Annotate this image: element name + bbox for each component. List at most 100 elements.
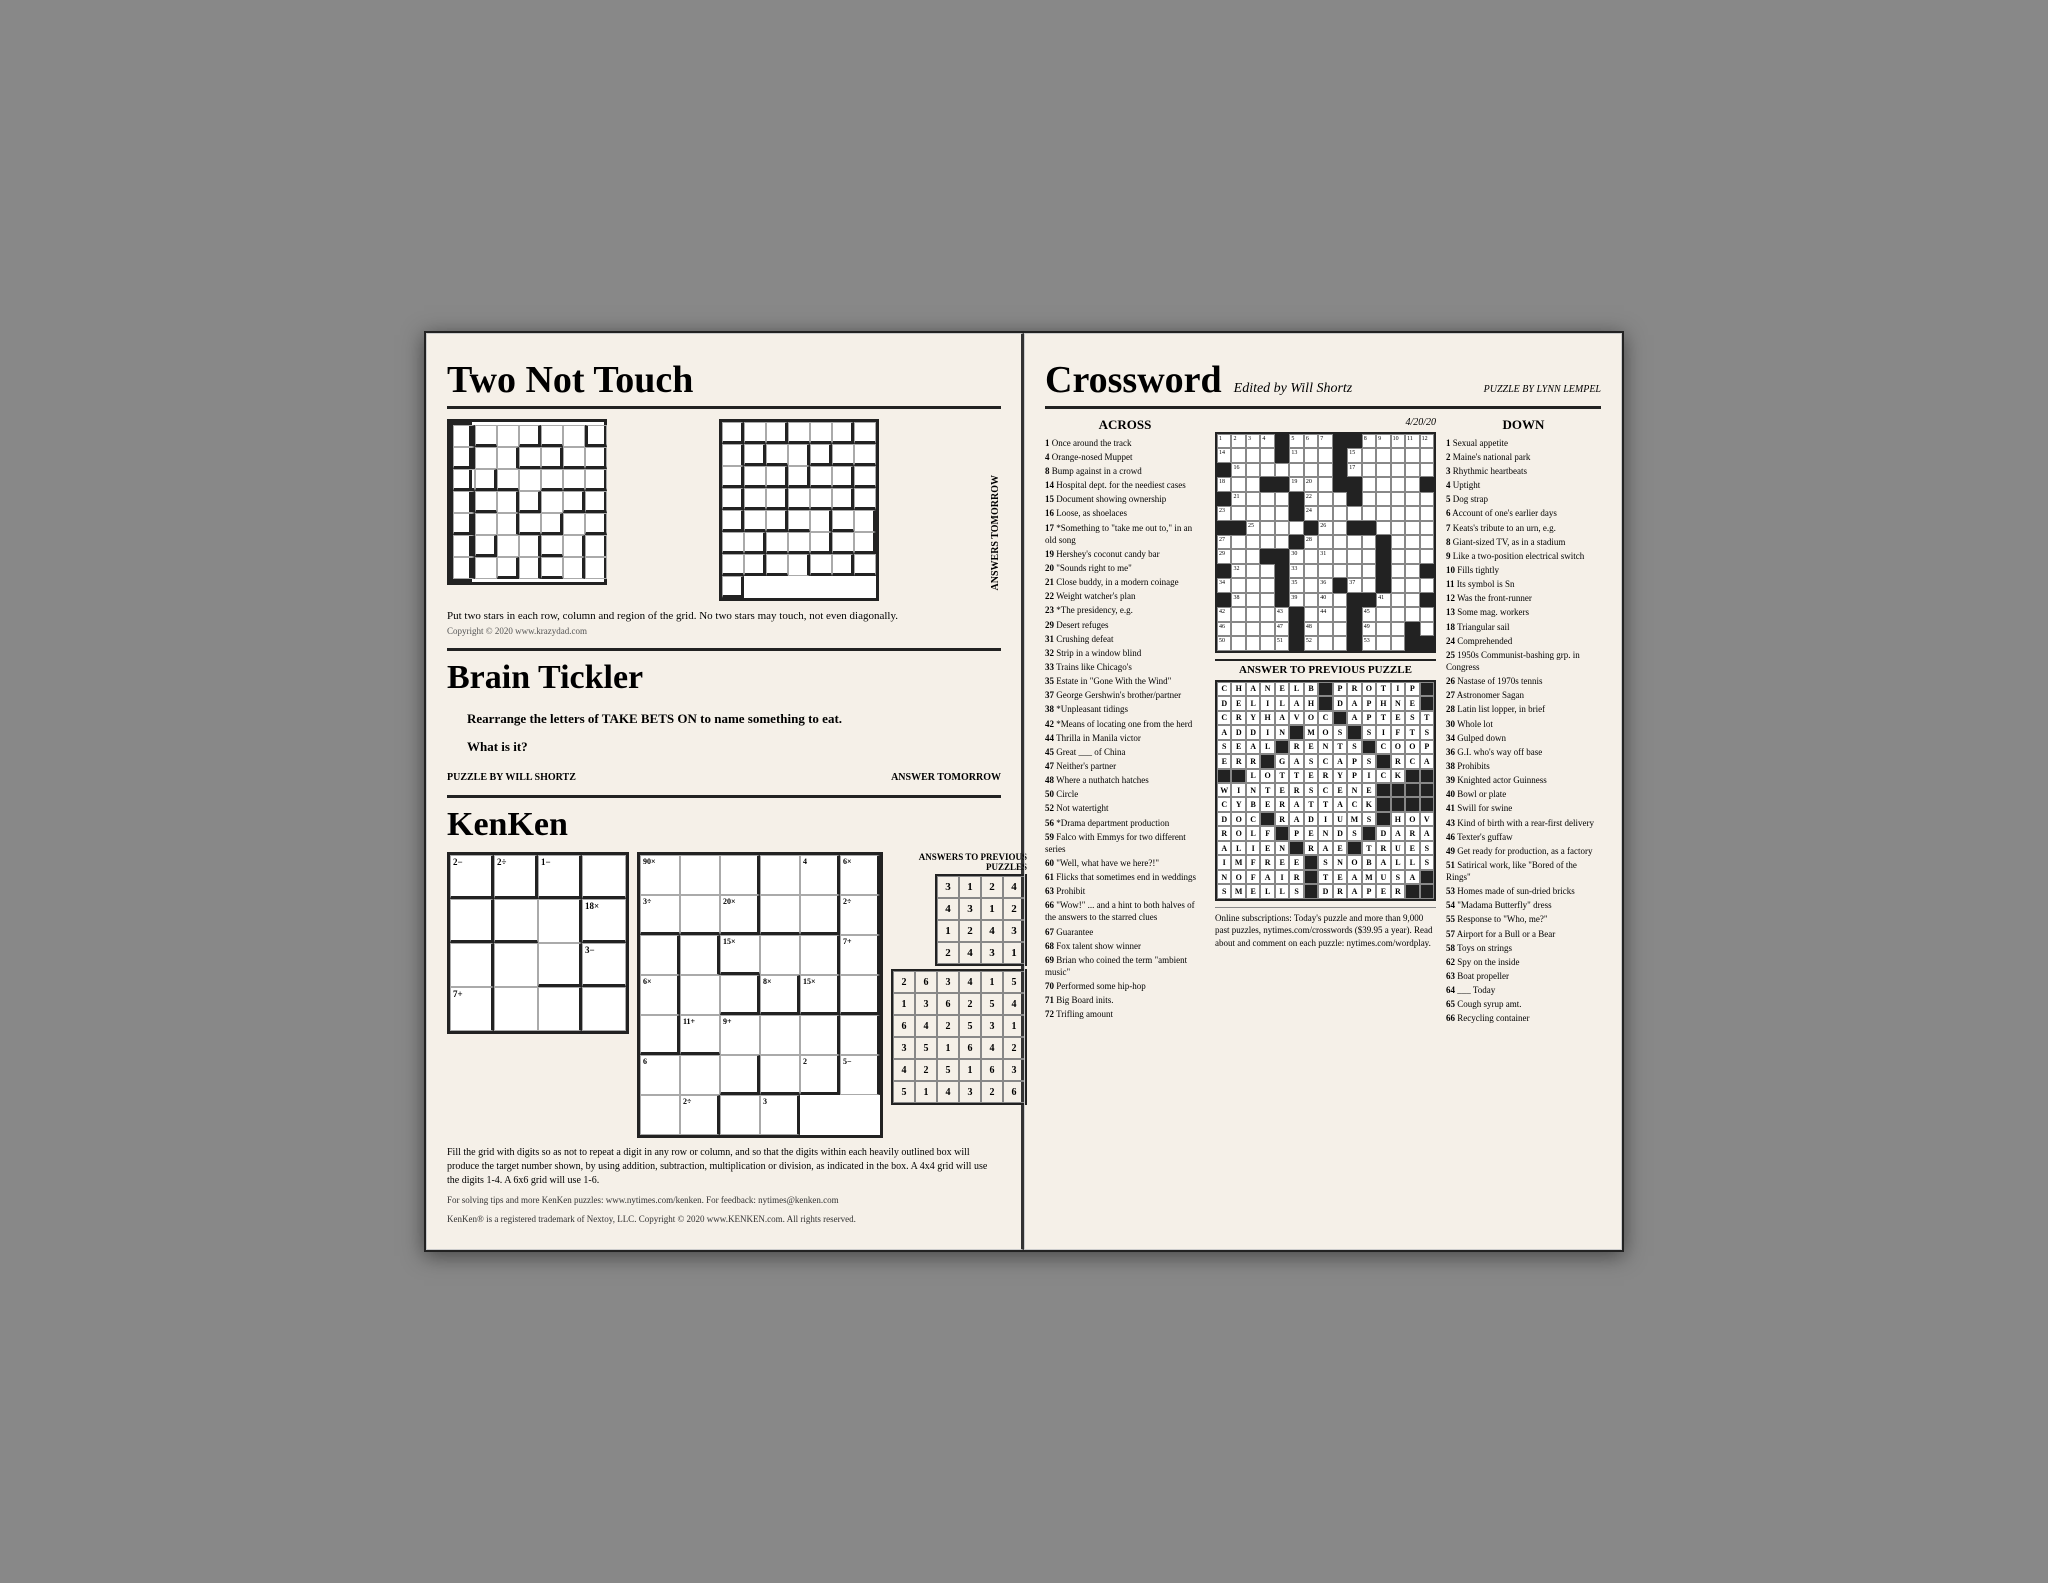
cell-11-5[interactable]: 39 [1289, 593, 1303, 607]
cell-5-3[interactable] [1260, 506, 1274, 520]
cell-8-11[interactable] [1376, 549, 1390, 563]
cell-8-6[interactable] [1304, 549, 1318, 563]
cell-11-2[interactable] [1246, 593, 1260, 607]
cell-11-3[interactable] [1260, 593, 1274, 607]
cell-9-12[interactable] [1391, 564, 1405, 578]
cell-2-9[interactable]: 17 [1347, 463, 1361, 477]
cell-4-5[interactable] [1289, 492, 1303, 506]
cell-13-8[interactable] [1333, 622, 1347, 636]
cell-0-6[interactable]: 6 [1304, 434, 1318, 448]
cell-4-0[interactable] [1217, 492, 1231, 506]
cell-7-0[interactable]: 27 [1217, 535, 1231, 549]
cell-14-14[interactable] [1420, 636, 1434, 650]
cell-0-11[interactable]: 9 [1376, 434, 1390, 448]
cell-14-5[interactable] [1289, 636, 1303, 650]
cell-5-0[interactable]: 23 [1217, 506, 1231, 520]
cell-7-2[interactable] [1246, 535, 1260, 549]
cell-2-4[interactable] [1275, 463, 1289, 477]
cell-6-0[interactable] [1217, 521, 1231, 535]
cell-14-9[interactable] [1347, 636, 1361, 650]
cell-6-4[interactable] [1275, 521, 1289, 535]
cell-4-14[interactable] [1420, 492, 1434, 506]
cell-12-5[interactable] [1289, 607, 1303, 621]
cell-3-0[interactable]: 18 [1217, 477, 1231, 491]
cell-9-8[interactable] [1333, 564, 1347, 578]
cell-13-7[interactable] [1318, 622, 1332, 636]
cell-5-11[interactable] [1376, 506, 1390, 520]
cell-4-7[interactable] [1318, 492, 1332, 506]
cell-7-14[interactable] [1420, 535, 1434, 549]
cell-14-10[interactable]: 53 [1362, 636, 1376, 650]
cell-11-13[interactable] [1405, 593, 1419, 607]
cell-1-8[interactable] [1333, 448, 1347, 462]
cell-7-1[interactable] [1231, 535, 1245, 549]
cell-4-12[interactable] [1391, 492, 1405, 506]
cell-9-0[interactable] [1217, 564, 1231, 578]
cell-3-1[interactable] [1231, 477, 1245, 491]
cell-13-0[interactable]: 46 [1217, 622, 1231, 636]
cell-0-8[interactable] [1333, 434, 1347, 448]
cell-1-11[interactable] [1376, 448, 1390, 462]
cell-8-4[interactable] [1275, 549, 1289, 563]
cell-13-1[interactable] [1231, 622, 1245, 636]
cell-5-14[interactable] [1420, 506, 1434, 520]
cell-3-9[interactable] [1347, 477, 1361, 491]
cell-6-7[interactable]: 26 [1318, 521, 1332, 535]
cell-10-10[interactable] [1362, 578, 1376, 592]
cell-7-10[interactable] [1362, 535, 1376, 549]
cell-10-11[interactable] [1376, 578, 1390, 592]
cell-6-1[interactable] [1231, 521, 1245, 535]
cell-7-13[interactable] [1405, 535, 1419, 549]
cell-2-8[interactable] [1333, 463, 1347, 477]
cell-0-1[interactable]: 2 [1231, 434, 1245, 448]
cell-9-9[interactable] [1347, 564, 1361, 578]
cell-13-6[interactable]: 48 [1304, 622, 1318, 636]
cell-9-4[interactable] [1275, 564, 1289, 578]
cell-12-1[interactable] [1231, 607, 1245, 621]
cell-14-4[interactable]: 51 [1275, 636, 1289, 650]
cell-1-6[interactable] [1304, 448, 1318, 462]
cell-3-6[interactable]: 20 [1304, 477, 1318, 491]
cell-2-6[interactable] [1304, 463, 1318, 477]
cell-11-9[interactable] [1347, 593, 1361, 607]
cell-9-14[interactable] [1420, 564, 1434, 578]
cell-8-10[interactable] [1362, 549, 1376, 563]
cell-3-10[interactable] [1362, 477, 1376, 491]
cell-10-3[interactable] [1260, 578, 1274, 592]
cell-11-0[interactable] [1217, 593, 1231, 607]
cell-14-7[interactable] [1318, 636, 1332, 650]
cell-13-3[interactable] [1260, 622, 1274, 636]
cell-10-4[interactable] [1275, 578, 1289, 592]
cell-4-3[interactable] [1260, 492, 1274, 506]
cell-12-9[interactable] [1347, 607, 1361, 621]
cell-7-4[interactable] [1275, 535, 1289, 549]
cell-4-13[interactable] [1405, 492, 1419, 506]
cell-10-7[interactable]: 36 [1318, 578, 1332, 592]
cell-1-13[interactable] [1405, 448, 1419, 462]
cell-10-13[interactable] [1405, 578, 1419, 592]
cell-9-10[interactable] [1362, 564, 1376, 578]
cell-6-3[interactable] [1260, 521, 1274, 535]
cell-7-7[interactable] [1318, 535, 1332, 549]
cell-2-7[interactable] [1318, 463, 1332, 477]
cell-5-4[interactable] [1275, 506, 1289, 520]
cell-9-11[interactable] [1376, 564, 1390, 578]
cell-7-6[interactable]: 28 [1304, 535, 1318, 549]
cell-8-8[interactable] [1333, 549, 1347, 563]
cell-10-6[interactable] [1304, 578, 1318, 592]
cell-9-3[interactable] [1260, 564, 1274, 578]
cell-14-11[interactable] [1376, 636, 1390, 650]
cell-7-12[interactable] [1391, 535, 1405, 549]
cell-3-2[interactable] [1246, 477, 1260, 491]
cell-12-13[interactable] [1405, 607, 1419, 621]
cell-13-11[interactable] [1376, 622, 1390, 636]
cell-1-2[interactable] [1246, 448, 1260, 462]
cell-14-6[interactable]: 52 [1304, 636, 1318, 650]
cell-4-4[interactable] [1275, 492, 1289, 506]
crossword-grid[interactable]: 1234567891011121413151617181920212223242… [1215, 432, 1436, 653]
cell-3-13[interactable] [1405, 477, 1419, 491]
cell-8-2[interactable] [1246, 549, 1260, 563]
cell-3-7[interactable] [1318, 477, 1332, 491]
cell-11-7[interactable]: 40 [1318, 593, 1332, 607]
cell-8-12[interactable] [1391, 549, 1405, 563]
